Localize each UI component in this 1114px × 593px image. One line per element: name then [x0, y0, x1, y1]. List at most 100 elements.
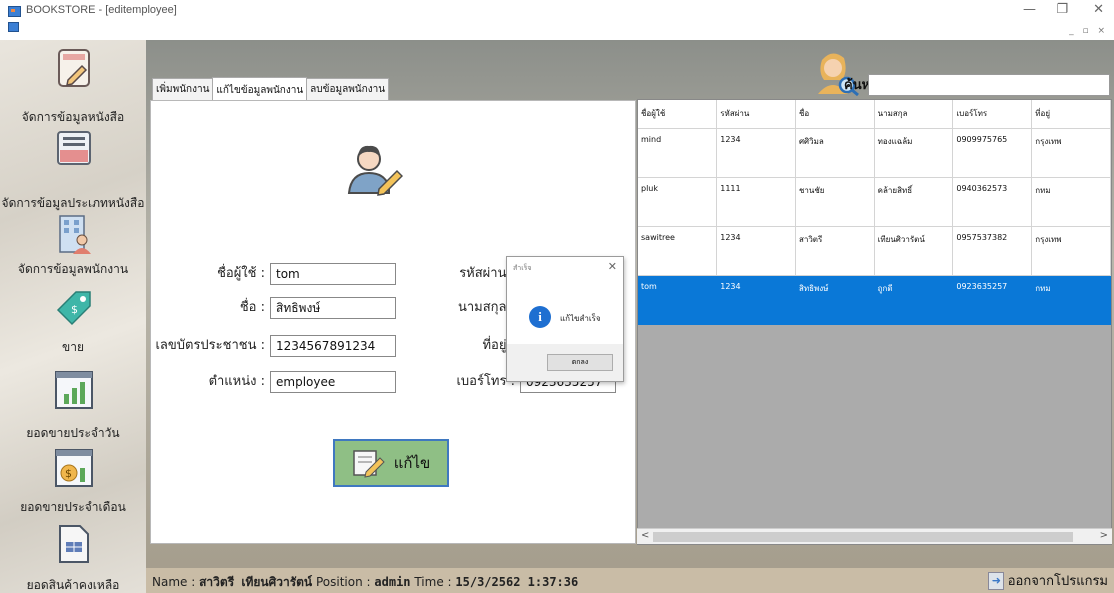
address-label: ที่อยู่ : — [482, 338, 515, 353]
table-cell[interactable]: 0909975765 — [952, 128, 1033, 178]
sidebar-item-manage-book-types[interactable]: จัดการข้อมูลประเภทหนังสือ — [0, 124, 146, 210]
mdi-window-controls[interactable]: _ ▫ × — [1069, 26, 1108, 36]
scroll-left-icon[interactable]: < — [641, 530, 649, 541]
table-cell[interactable]: สิทธิพงษ์ — [795, 275, 875, 325]
table-cell[interactable]: กทม — [1031, 275, 1111, 325]
sidebar-item-manage-employees[interactable]: จัดการข้อมูลพนักงาน — [0, 210, 146, 290]
firstname-label: ชื่อ : — [239, 300, 265, 315]
status-bar: Name : สาวิตรี เทียนศิวารัตน์ Position :… — [146, 568, 1114, 593]
sidebar-item-manage-books[interactable]: จัดการข้อมูลหนังสือ — [0, 44, 146, 124]
table-cell[interactable]: 0957537382 — [952, 226, 1033, 276]
table-cell[interactable]: สาวิตรี — [795, 226, 875, 276]
table-cell[interactable]: 0940362573 — [952, 177, 1033, 227]
table-cell[interactable]: tom — [638, 275, 718, 325]
status-name-label: Name : — [152, 575, 196, 589]
svg-text:$: $ — [71, 303, 78, 316]
close-button[interactable]: ✕ — [1093, 2, 1104, 17]
edit-button-label: แก้ไข — [393, 454, 431, 472]
column-header[interactable]: รหัสผ่าน — [716, 100, 796, 129]
tab-edit-employee[interactable]: แก้ไขข้อมูลพนักงาน — [212, 77, 308, 102]
table-row[interactable]: mind 1234 ศศิวิมล ทองแฉล้ม 0909975765 กร… — [638, 128, 1111, 178]
inventory-document-icon — [59, 525, 89, 563]
ok-button[interactable]: ตกลง — [547, 354, 613, 371]
position-field[interactable] — [270, 371, 396, 393]
column-header[interactable]: ชื่อผู้ใช้ — [638, 100, 718, 129]
table-cell[interactable]: ศศิวิมล — [795, 128, 875, 178]
lastname-label: นามสกุล : — [457, 300, 515, 315]
minimize-button[interactable]: — — [1023, 2, 1036, 17]
monthly-money-chart-icon: $ — [55, 449, 93, 487]
success-dialog: สำเร็จ ✕ i แก้ไขสำเร็จ ตกลง — [506, 256, 624, 382]
dialog-title: สำเร็จ — [513, 264, 532, 272]
table-cell[interactable]: 1234 — [716, 275, 796, 325]
table-row[interactable]: sawitree 1234 สาวิตรี เทียนศิวารัตน์ 095… — [638, 226, 1111, 276]
column-header[interactable]: เบอร์โทร — [952, 100, 1033, 129]
restore-button[interactable]: ❐ — [1056, 2, 1068, 17]
sidebar-item-inventory[interactable]: ยอดสินค้าคงเหลือ — [0, 520, 146, 593]
table-cell[interactable]: 1234 — [716, 226, 796, 276]
window-title: BOOKSTORE - [editemployee] — [26, 4, 177, 16]
scrollbar-thumb[interactable] — [653, 532, 1073, 542]
table-cell[interactable]: ทองแฉล้ม — [874, 128, 954, 178]
password-label: รหัสผ่าน : — [459, 266, 515, 281]
status-time-label: Time : — [414, 575, 452, 589]
mdi-child-icon[interactable] — [8, 22, 19, 32]
dialog-message: แก้ไขสำเร็จ — [560, 314, 601, 323]
status-text: Name : สาวิตรี เทียนศิวารัตน์ Position :… — [152, 573, 578, 592]
scroll-right-icon[interactable]: > — [1100, 530, 1108, 541]
employee-building-icon — [59, 215, 91, 254]
table-cell[interactable]: กรุงเทพ — [1031, 128, 1111, 178]
table-row[interactable]: pluk 1111 ชานชัย คล้ายสิทธิ์ 0940362573 … — [638, 177, 1111, 227]
sidebar-item-sell[interactable]: $ ขาย — [0, 284, 146, 364]
table-cell[interactable]: เทียนศิวารัตน์ — [874, 226, 954, 276]
sidebar-item-label: ยอดขายประจำวัน — [26, 426, 120, 440]
table-cell[interactable]: 1234 — [716, 128, 796, 178]
price-tag-icon: $ — [56, 291, 91, 326]
table-cell[interactable]: 1111 — [716, 177, 796, 227]
sidebar-item-label: ยอดขายประจำเดือน — [20, 500, 126, 514]
table-cell[interactable]: mind — [638, 128, 718, 178]
exit-program-button[interactable]: ออกจากโปรแกรม — [987, 570, 1108, 591]
table-cell[interactable]: คล้ายสิทธิ์ — [874, 177, 954, 227]
tab-delete-employee[interactable]: ลบข้อมูลพนักงาน — [306, 78, 390, 101]
column-header[interactable]: นามสกุล — [874, 100, 954, 129]
table-cell[interactable]: ถูกดี — [874, 275, 954, 325]
tab-add-employee[interactable]: เพิ่มพนักงาน — [152, 78, 214, 101]
table-cell[interactable]: sawitree — [638, 226, 718, 276]
svg-text:$: $ — [65, 467, 72, 480]
idcard-field[interactable] — [270, 335, 396, 357]
dialog-close-icon[interactable]: ✕ — [608, 260, 617, 273]
edit-document-icon — [352, 450, 385, 478]
status-position-label: Position : — [315, 575, 371, 589]
grid-header-row: ชื่อผู้ใช้ รหัสผ่าน ชื่อ นามสกุล เบอร์โท… — [638, 100, 1111, 129]
search-input[interactable] — [868, 74, 1110, 96]
user-edit-icon — [347, 145, 403, 196]
sidebar-item-label: ขาย — [62, 340, 84, 354]
status-position-value: admin — [374, 575, 411, 589]
app-icon — [8, 6, 21, 17]
exit-icon — [987, 571, 1004, 590]
employee-grid[interactable]: ชื่อผู้ใช้ รหัสผ่าน ชื่อ นามสกุล เบอร์โท… — [637, 99, 1112, 545]
edit-button[interactable]: แก้ไข — [333, 439, 449, 487]
table-cell[interactable]: กทม — [1031, 177, 1111, 227]
firstname-field[interactable] — [270, 297, 396, 319]
column-header[interactable]: ชื่อ — [795, 100, 875, 129]
info-icon: i — [529, 306, 551, 328]
status-time-value: 15/3/2562 1:37:36 — [455, 575, 579, 589]
table-row-selected[interactable]: tom 1234 สิทธิพงษ์ ถูกดี 0923635257 กทม — [638, 275, 1111, 325]
idcard-label: เลขบัตรประชาชน : — [155, 338, 265, 353]
table-cell[interactable]: 0923635257 — [952, 275, 1033, 325]
inbox-tray-icon — [57, 131, 91, 165]
horizontal-scrollbar[interactable]: < > — [637, 528, 1112, 544]
exit-label: ออกจากโปรแกรม — [1007, 574, 1108, 589]
sidebar-item-monthly-sales[interactable]: $ ยอดขายประจำเดือน — [0, 444, 146, 524]
table-cell[interactable]: กรุงเทพ — [1031, 226, 1111, 276]
dialog-footer: ตกลง — [507, 344, 623, 381]
username-field[interactable] — [270, 263, 396, 285]
column-header[interactable]: ที่อยู่ — [1031, 100, 1111, 129]
table-cell[interactable]: pluk — [638, 177, 718, 227]
sidebar-item-daily-sales[interactable]: ยอดขายประจำวัน — [0, 366, 146, 446]
sidebar: จัดการข้อมูลหนังสือ จัดการข้อมูลประเภทหน… — [0, 40, 146, 593]
tab-strip: เพิ่มพนักงาน แก้ไขข้อมูลพนักงาน ลบข้อมูล… — [152, 77, 390, 102]
table-cell[interactable]: ชานชัย — [795, 177, 875, 227]
